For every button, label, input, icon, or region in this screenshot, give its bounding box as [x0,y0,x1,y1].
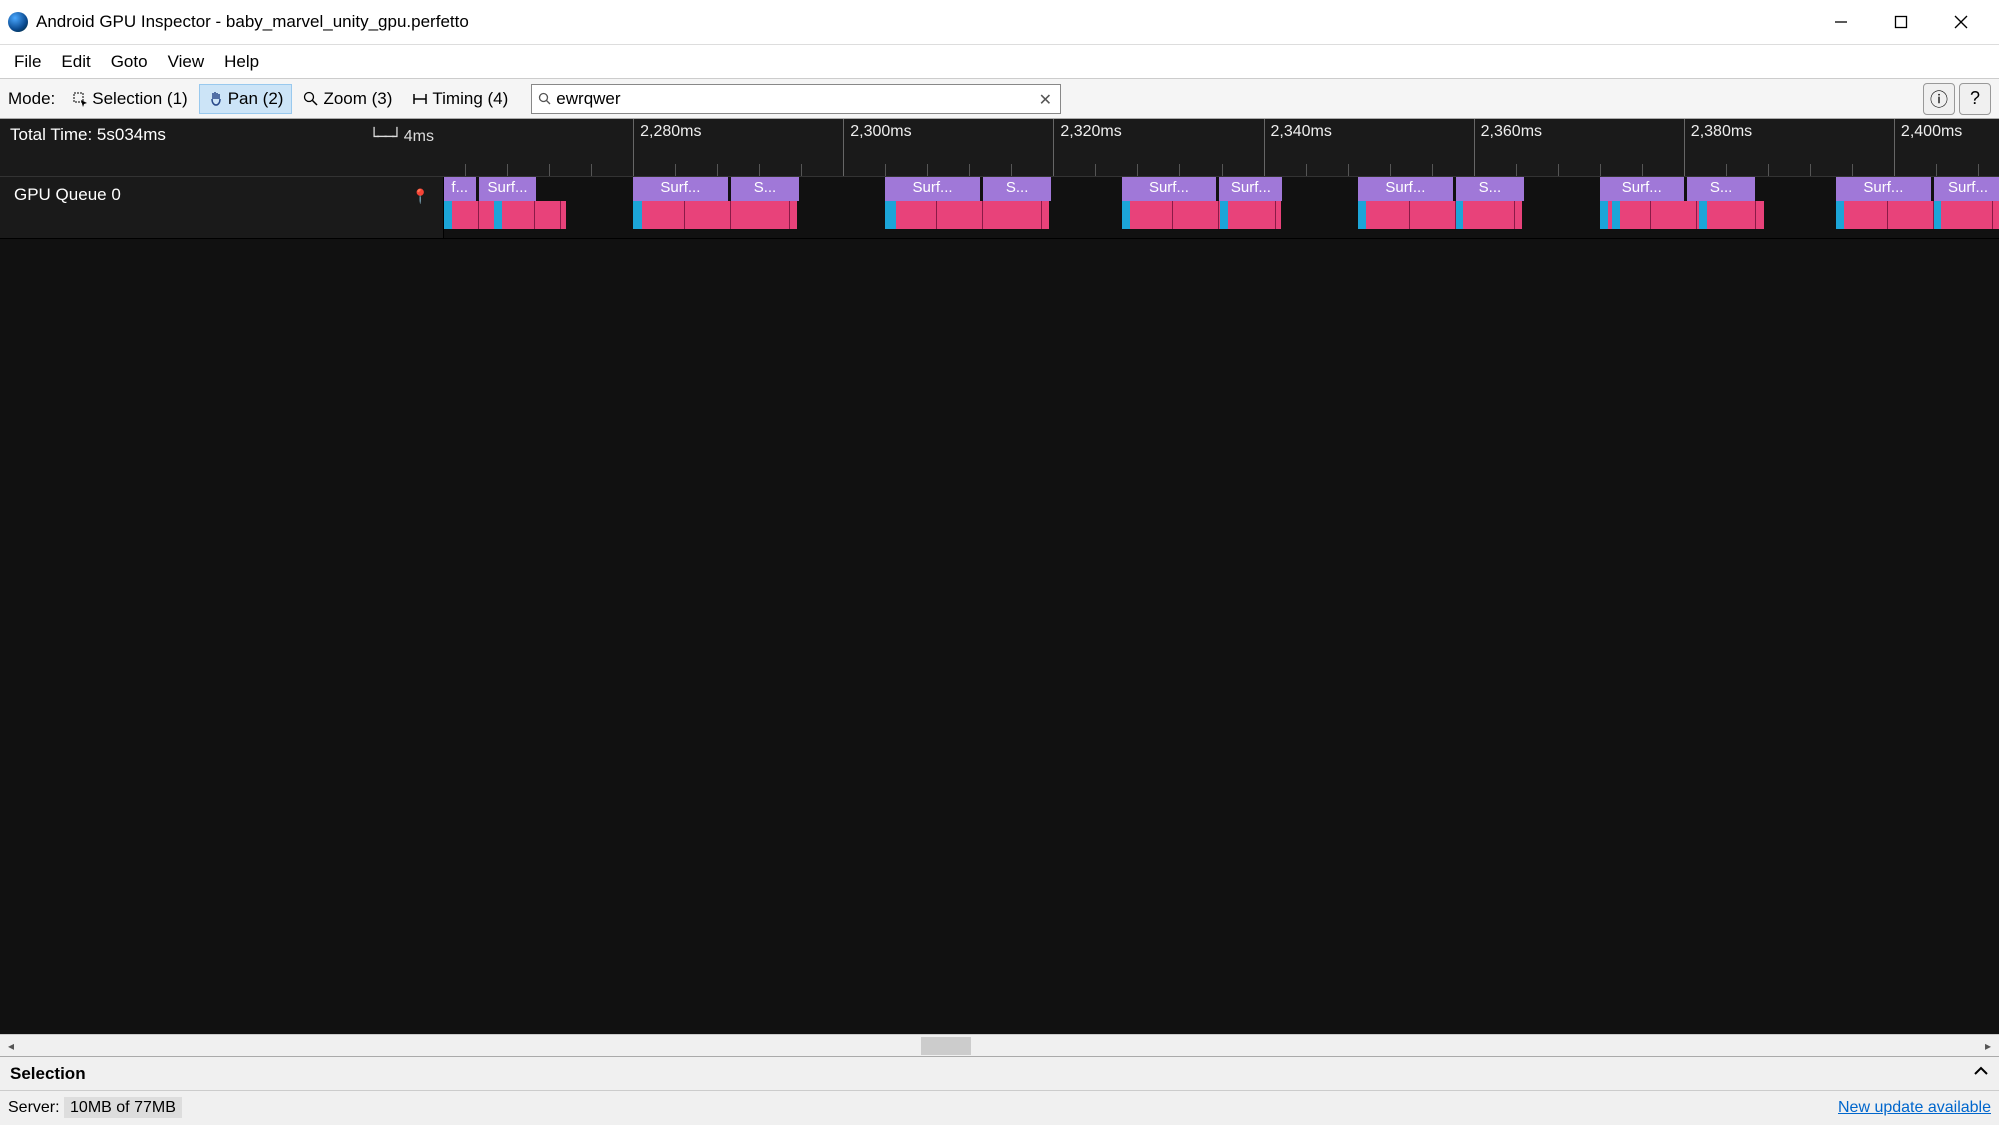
gpu-slice[interactable]: f... [444,177,476,201]
mode-timing-button[interactable]: Timing (4) [403,84,517,114]
mode-selection-button[interactable]: Selection (1) [63,84,196,114]
gpu-slice[interactable]: S... [1687,177,1755,201]
new-update-link[interactable]: New update available [1838,1099,1991,1117]
selection-icon [72,91,88,107]
selection-panel-header[interactable]: Selection [0,1057,1999,1091]
gpu-slice[interactable]: S... [731,177,799,201]
gpu-slice-detail[interactable] [1600,201,1764,229]
ruler-tick: 2,320ms [1053,119,1121,176]
gpu-slice-marker[interactable] [1358,201,1366,229]
gpu-slice-detail[interactable] [1836,201,1999,229]
track-label[interactable]: GPU Queue 0 📍 [0,177,444,238]
gpu-slice-marker[interactable] [1455,201,1463,229]
mode-label: Mode: [8,89,55,109]
track-area[interactable]: GPU Queue 0 📍 f...Surf...Surf...S...Surf… [0,177,1999,1034]
search-input[interactable] [556,89,1036,109]
menu-edit[interactable]: Edit [51,48,100,76]
scroll-track[interactable] [22,1035,1977,1057]
menubar: FileEditGotoViewHelp [0,45,1999,79]
gpu-slice-marker[interactable] [1600,201,1608,229]
gpu-slice[interactable]: Surf... [1358,177,1453,201]
scroll-right-button[interactable]: ▸ [1977,1035,1999,1057]
search-clear-icon[interactable]: ✕ [1036,90,1054,108]
track-content[interactable]: f...Surf...Surf...S...Surf...S...Surf...… [444,177,1999,238]
gpu-slice[interactable]: Surf... [633,177,728,201]
gpu-slice[interactable]: Surf... [1934,177,1999,201]
gpu-slice-marker[interactable] [633,201,641,229]
gpu-slice[interactable]: Surf... [1219,177,1282,201]
gpu-slice[interactable]: Surf... [1836,177,1931,201]
app-icon [8,12,28,32]
ruler-tick: 2,360ms [1474,119,1542,176]
gpu-slice-detail[interactable] [1358,201,1522,229]
pin-icon[interactable]: 📍 [412,188,429,205]
timeline-ruler: Total Time: 5s034ms └──┘ 4ms 2,280ms 2,30… [0,119,1999,177]
gpu-slice[interactable]: Surf... [1600,177,1684,201]
ruler-tick: 2,400ms [1894,119,1962,176]
scroll-left-button[interactable]: ◂ [0,1035,22,1057]
gpu-slice[interactable]: Surf... [1122,177,1217,201]
gpu-slice-detail[interactable] [1122,201,1282,229]
total-time-label: Total Time: 5s034ms [10,125,166,145]
gpu-slice-marker[interactable] [494,201,502,229]
zoom-icon [303,91,319,107]
gpu-slice[interactable]: Surf... [885,177,980,201]
server-memory: 10MB of 77MB [64,1097,182,1118]
gpu-slice-marker[interactable] [1612,201,1620,229]
track-row-gpu-queue-0: GPU Queue 0 📍 f...Surf...Surf...S...Surf… [0,177,1999,239]
menu-help[interactable]: Help [214,48,269,76]
menu-view[interactable]: View [158,48,215,76]
ruler-tick: 2,380ms [1684,119,1752,176]
selection-panel: Selection Server: 10MB of 77MB New updat… [0,1056,1999,1125]
gpu-slice-marker[interactable] [1699,201,1707,229]
search-icon [538,92,552,106]
gpu-slice-detail[interactable] [444,201,566,229]
menu-file[interactable]: File [4,48,51,76]
help-button[interactable]: ? [1959,83,1991,115]
scale-indicator: └──┘ 4ms [369,127,434,146]
gpu-slice-detail[interactable] [885,201,1049,229]
scroll-thumb[interactable] [921,1037,971,1055]
server-label: Server: [8,1099,60,1116]
timing-icon [412,91,428,107]
gpu-slice-marker[interactable] [444,201,452,229]
gpu-slice-marker[interactable] [1220,201,1228,229]
toolbar: Mode: Selection (1)Pan (2)Zoom (3)Timing… [0,79,1999,119]
horizontal-scrollbar[interactable]: ◂ ▸ [0,1034,1999,1056]
ruler-tick: 2,300ms [843,119,911,176]
ruler-tick: 2,340ms [1264,119,1332,176]
window-titlebar: Android GPU Inspector - baby_marvel_unit… [0,0,1999,45]
gpu-slice-marker[interactable] [1933,201,1941,229]
minimize-button[interactable] [1811,2,1871,42]
gpu-slice[interactable]: S... [983,177,1051,201]
gpu-slice[interactable]: Surf... [479,177,537,201]
info-button[interactable]: ⓘ [1923,83,1955,115]
gpu-slice-detail[interactable] [633,201,797,229]
ruler-tick: 2,280ms [633,119,701,176]
mode-pan-button[interactable]: Pan (2) [199,84,293,114]
window-title: Android GPU Inspector - baby_marvel_unit… [36,12,1811,32]
menu-goto[interactable]: Goto [101,48,158,76]
search-box[interactable]: ✕ [531,84,1061,114]
maximize-button[interactable] [1871,2,1931,42]
close-button[interactable] [1931,2,1991,42]
collapse-icon[interactable] [1973,1063,1989,1084]
gpu-slice-marker[interactable] [885,201,896,229]
pan-icon [208,91,224,107]
gpu-slice-marker[interactable] [1122,201,1130,229]
status-bar: Server: 10MB of 77MB New update availabl… [0,1091,1999,1125]
gpu-slice-marker[interactable] [1836,201,1844,229]
gpu-slice[interactable]: S... [1456,177,1524,201]
mode-zoom-button[interactable]: Zoom (3) [294,84,401,114]
